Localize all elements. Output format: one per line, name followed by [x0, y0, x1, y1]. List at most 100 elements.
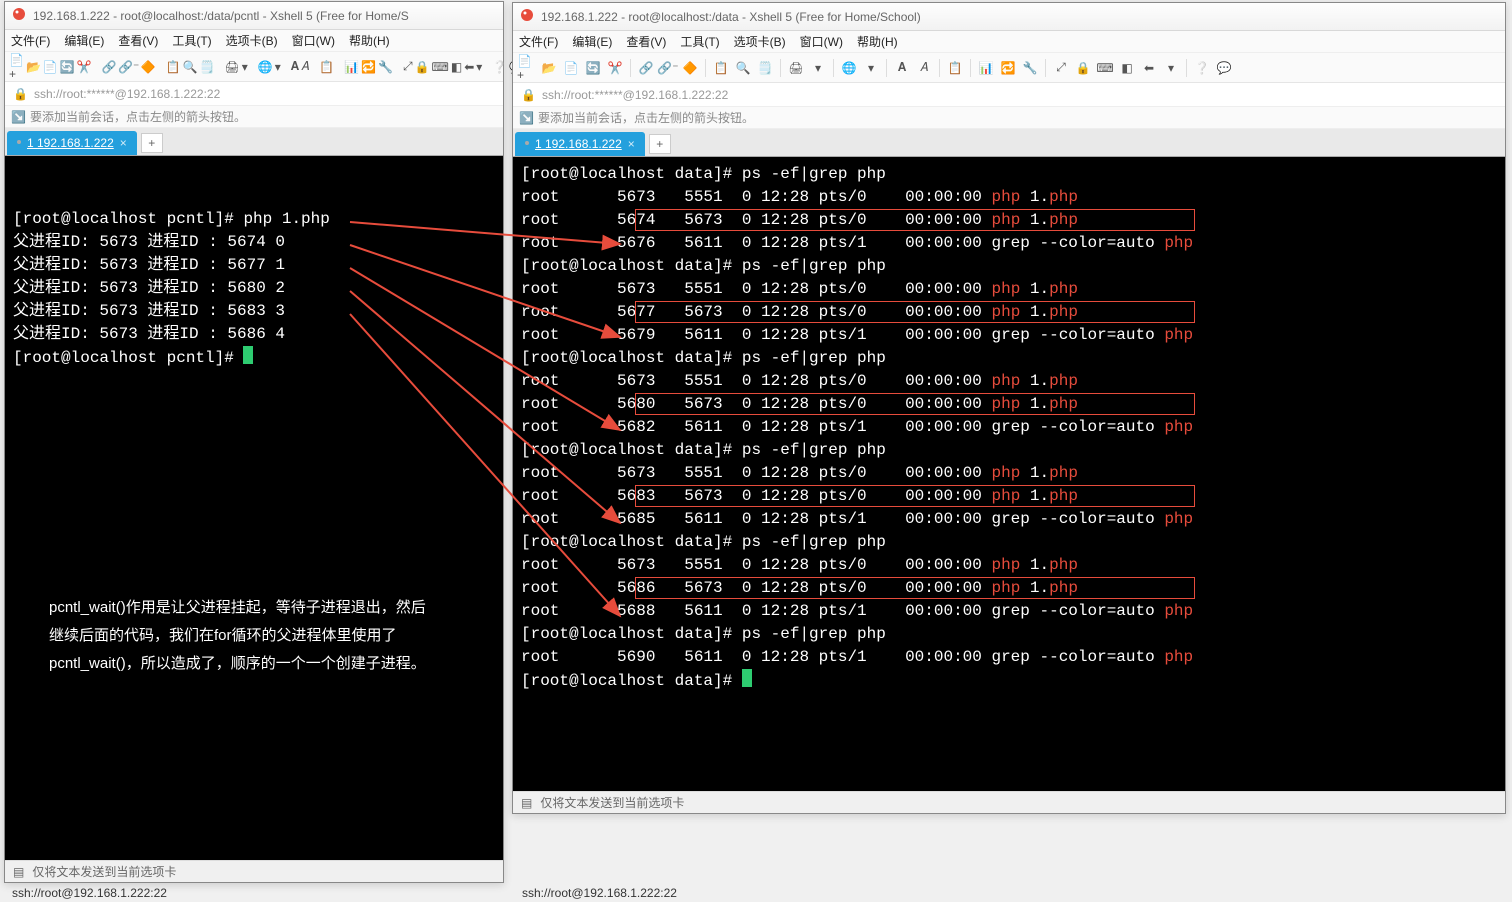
titlebar[interactable]: 192.168.1.222 - root@localhost:/data - X… — [513, 3, 1505, 31]
terminal[interactable]: [root@localhost data]# ps -ef|grep phpro… — [513, 157, 1505, 791]
menu-file[interactable]: 文件(F) — [519, 33, 558, 50]
toolbar-button-icon[interactable]: ◧ — [451, 57, 462, 77]
ps-row: root 5673 5551 0 12:28 pts/0 00:00:00 ph… — [521, 186, 1497, 209]
toolbar-button-icon[interactable]: ❔ — [1192, 58, 1212, 78]
add-tab-button[interactable]: + — [649, 134, 671, 154]
toolbar-button-icon[interactable]: 📄 — [561, 58, 581, 78]
menu-view[interactable]: 查看(V) — [626, 33, 666, 50]
toolbar-button-icon[interactable]: ▾ — [476, 57, 482, 77]
toolbar-button-icon[interactable]: ⬅ — [464, 57, 474, 77]
toolbar-button-icon[interactable]: 𝐀 — [892, 58, 912, 78]
toolbar-button-icon[interactable]: 📊 — [344, 57, 359, 77]
xshell-window-right: 192.168.1.222 - root@localhost:/data - X… — [512, 2, 1506, 814]
ps-row: root 5680 5673 0 12:28 pts/0 00:00:00 ph… — [521, 393, 1497, 416]
toolbar-button-icon[interactable]: 𝐴 — [914, 58, 934, 78]
add-tab-button[interactable]: + — [141, 133, 163, 153]
toolbar-button-icon[interactable]: 🔄 — [583, 58, 603, 78]
toolbar-button-icon[interactable]: 🔗⁻ — [119, 57, 139, 77]
menu-tools[interactable]: 工具(T) — [172, 32, 211, 49]
toolbar-button-icon[interactable]: 🖨 — [786, 58, 806, 78]
toolbar-button-icon[interactable]: 📄 — [43, 57, 58, 77]
toolbar-button-icon[interactable]: 💬 — [1214, 58, 1234, 78]
toolbar-button-icon[interactable]: ✂️ — [605, 58, 625, 78]
toolbar-button-icon[interactable]: 📋 — [319, 57, 334, 77]
menubar: 文件(F) 编辑(E) 查看(V) 工具(T) 选项卡(B) 窗口(W) 帮助(… — [513, 31, 1505, 53]
toolbar-button-icon[interactable]: 📂 — [26, 57, 41, 77]
toolbar-button-icon[interactable]: ❔ — [492, 57, 507, 77]
toolbar-button-icon[interactable]: ⤢ — [403, 57, 413, 77]
toolbar-button-icon[interactable]: 🔶 — [680, 58, 700, 78]
toolbar-button-icon[interactable]: ⤢ — [1051, 58, 1071, 78]
titlebar[interactable]: 192.168.1.222 - root@localhost:/data/pcn… — [5, 2, 503, 30]
address-text[interactable]: ssh://root:******@192.168.1.222:22 — [542, 88, 728, 102]
menu-edit[interactable]: 编辑(E) — [572, 33, 612, 50]
menu-help[interactable]: 帮助(H) — [857, 33, 898, 50]
toolbar-button-icon[interactable]: 🔁 — [361, 57, 376, 77]
status-connection-left: ssh://root@192.168.1.222:22 — [4, 884, 504, 902]
toolbar-button-icon[interactable]: 🔧 — [1020, 58, 1040, 78]
toolbar-button-icon[interactable]: 📋 — [945, 58, 965, 78]
menu-help[interactable]: 帮助(H) — [349, 32, 390, 49]
tab-close-icon[interactable]: × — [628, 137, 635, 151]
toolbar-button-icon[interactable]: 🔗 — [102, 57, 117, 77]
toolbar-button-icon[interactable]: 🔶 — [141, 57, 156, 77]
toolbar-button-icon[interactable]: 🔍 — [733, 58, 753, 78]
menu-tab[interactable]: 选项卡(B) — [226, 32, 278, 49]
toolbar-button-icon[interactable]: 🔁 — [998, 58, 1018, 78]
toolbar-button-icon[interactable]: 🔗 — [636, 58, 656, 78]
menu-view[interactable]: 查看(V) — [118, 32, 158, 49]
toolbar-button-icon[interactable]: 🖨 — [225, 57, 240, 77]
toolbar-button-icon[interactable]: ◧ — [1117, 58, 1137, 78]
xshell-window-left: 192.168.1.222 - root@localhost:/data/pcn… — [4, 1, 504, 883]
toolbar-button-icon[interactable]: ⌨ — [1095, 58, 1115, 78]
toolbar-button-icon[interactable]: ✂️ — [77, 57, 92, 77]
address-text[interactable]: ssh://root:******@192.168.1.222:22 — [34, 87, 220, 101]
toolbar-button-icon[interactable]: 𝐴 — [301, 57, 309, 77]
terminal-prompt-line: [root@localhost data]# ps -ef|grep php — [521, 347, 1497, 370]
toolbar-button-icon[interactable]: 🌐 — [839, 58, 859, 78]
toolbar-button-icon[interactable]: 🗒️ — [755, 58, 775, 78]
toolbar-button-icon[interactable]: 🔒 — [415, 57, 430, 77]
menu-tools[interactable]: 工具(T) — [680, 33, 719, 50]
ps-row: root 5673 5551 0 12:28 pts/0 00:00:00 ph… — [521, 370, 1497, 393]
toolbar-button-icon[interactable]: 📋 — [166, 57, 181, 77]
highlight-box — [635, 577, 1195, 599]
toolbar-button-icon[interactable]: ▾ — [808, 58, 828, 78]
ps-row: root 5683 5673 0 12:28 pts/0 00:00:00 ph… — [521, 485, 1497, 508]
toolbar-button-icon[interactable]: 🌐 — [258, 57, 273, 77]
toolbar-button-icon[interactable]: 📊 — [976, 58, 996, 78]
toolbar-button-icon[interactable]: 🔄 — [60, 57, 75, 77]
toolbar-button-icon[interactable]: 🔒 — [1073, 58, 1093, 78]
menu-window[interactable]: 窗口(W) — [292, 32, 335, 49]
menu-tab[interactable]: 选项卡(B) — [734, 33, 786, 50]
ps-row: root 5682 5611 0 12:28 pts/1 00:00:00 gr… — [521, 416, 1497, 439]
app-icon — [11, 6, 27, 25]
arrow-hint-icon: ↘️ — [519, 111, 534, 125]
toolbar-button-icon[interactable]: ▾ — [242, 57, 248, 77]
session-tab[interactable]: 1 192.168.1.222 × — [515, 132, 645, 156]
session-tab[interactable]: 1 192.168.1.222 × — [7, 131, 137, 155]
toolbar-button-icon[interactable]: ▾ — [275, 57, 281, 77]
arrow-hint-icon: ↘️ — [11, 110, 26, 124]
toolbar-button-icon[interactable]: 🗒️ — [200, 57, 215, 77]
toolbar-button-icon[interactable]: 🔧 — [378, 57, 393, 77]
toolbar-separator — [970, 59, 971, 77]
toolbar-button-icon[interactable]: ⌨ — [432, 57, 449, 77]
toolbar-button-icon[interactable]: 📂 — [539, 58, 559, 78]
addressbar: 🔒 ssh://root:******@192.168.1.222:22 — [5, 82, 503, 106]
terminal[interactable]: [root@localhost pcntl]# php 1.php父进程ID: … — [5, 156, 503, 860]
toolbar-button-icon[interactable]: ⬅ — [1139, 58, 1159, 78]
cursor-icon — [243, 346, 253, 364]
toolbar-button-icon[interactable]: 🔗⁻ — [658, 58, 678, 78]
toolbar-button-icon[interactable]: ▾ — [861, 58, 881, 78]
toolbar-button-icon[interactable]: 𝐀 — [291, 57, 299, 77]
menu-window[interactable]: 窗口(W) — [800, 33, 843, 50]
tab-close-icon[interactable]: × — [120, 136, 127, 150]
toolbar-button-icon[interactable]: 🔍 — [183, 57, 198, 77]
toolbar-button-icon[interactable]: 📄+ — [9, 57, 24, 77]
menu-file[interactable]: 文件(F) — [11, 32, 50, 49]
toolbar-button-icon[interactable]: 📋 — [711, 58, 731, 78]
toolbar-button-icon[interactable]: 📄+ — [517, 58, 537, 78]
toolbar-button-icon[interactable]: ▾ — [1161, 58, 1181, 78]
menu-edit[interactable]: 编辑(E) — [64, 32, 104, 49]
